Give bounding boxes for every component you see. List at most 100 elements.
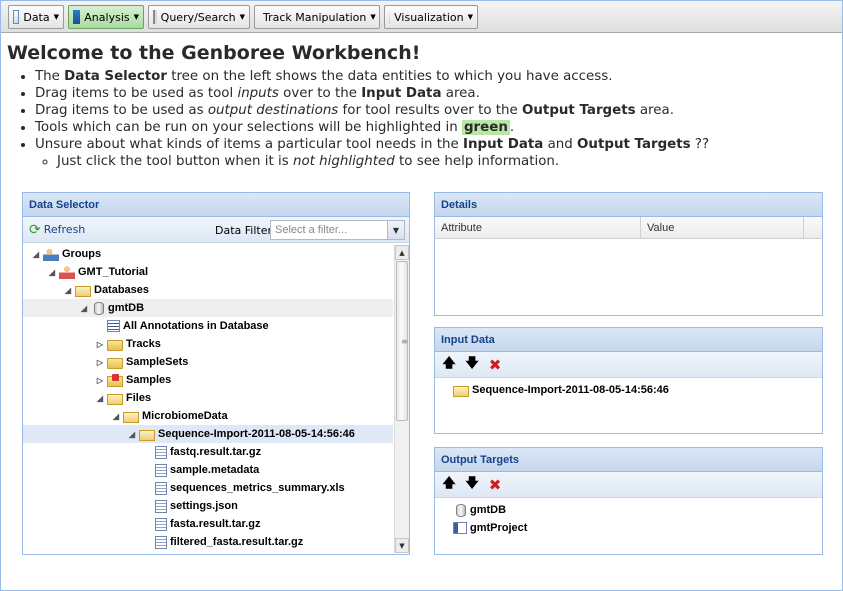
details-title: Details xyxy=(435,193,822,217)
collapse-icon[interactable]: ◢ xyxy=(127,430,137,439)
tree-node-label: fasta.result.tar.gz xyxy=(170,518,261,530)
tree-node[interactable]: fasta.result.tar.gz xyxy=(23,515,393,533)
tree-node[interactable]: ◢ Sequence-Import-2011-08-05-14:56:46 xyxy=(23,425,393,443)
folder-open-icon xyxy=(453,385,469,397)
tree-node[interactable]: ◢ MicrobiomeData xyxy=(23,407,393,425)
tree-node[interactable]: sample.metadata xyxy=(23,461,393,479)
tree-node[interactable]: settings.json xyxy=(23,497,393,515)
list-item-label: gmtDB xyxy=(470,504,507,516)
folder-icon xyxy=(107,357,123,369)
database-icon xyxy=(456,503,466,517)
remove-icon[interactable]: ✖ xyxy=(487,356,503,374)
list-item[interactable]: gmtDB xyxy=(451,501,822,519)
input-data-toolbar: 🡅 🡇 ✖ xyxy=(435,352,822,378)
tree-node-label: sample.metadata xyxy=(170,464,260,476)
instruction-subitem: Just click the tool button when it is no… xyxy=(57,153,837,170)
chevron-down-icon: ▼ xyxy=(239,13,245,21)
details-grid-header: Attribute Value xyxy=(435,217,822,239)
query-search-menu-label: Query/Search xyxy=(160,10,236,24)
tree-node[interactable]: sequences_metrics_summary.xls xyxy=(23,479,393,497)
tree-node[interactable]: ◢ GMT_Tutorial xyxy=(23,263,393,281)
data-menu-button[interactable]: Data ▼ xyxy=(8,5,64,29)
remove-icon[interactable]: ✖ xyxy=(487,476,503,494)
tree-node-label: gmtDB xyxy=(108,302,145,314)
move-down-icon[interactable]: 🡇 xyxy=(464,476,480,493)
move-up-icon[interactable]: 🡅 xyxy=(441,476,457,493)
folder-icon xyxy=(107,339,123,351)
tree-node[interactable]: filtered_fasta.result.tar.gz xyxy=(23,533,393,551)
tree-node[interactable]: ◢ Files xyxy=(23,389,393,407)
collapse-icon[interactable]: ◢ xyxy=(63,286,73,295)
annotation-list-icon xyxy=(107,320,120,332)
data-filter-input[interactable] xyxy=(271,221,386,239)
tree-node-label: SampleSets xyxy=(126,356,189,368)
collapse-icon[interactable]: ◢ xyxy=(111,412,121,421)
project-icon xyxy=(453,522,467,534)
analysis-icon xyxy=(73,10,81,24)
collapse-icon[interactable]: ◢ xyxy=(79,304,89,313)
chevron-down-icon: ▼ xyxy=(370,13,376,21)
scroll-down-icon[interactable]: ▼ xyxy=(395,538,409,553)
file-icon xyxy=(155,535,167,549)
tree-node[interactable]: ◢ gmtDB xyxy=(23,299,393,317)
tree-node[interactable]: fastq.result.tar.gz xyxy=(23,443,393,461)
track-manipulation-menu-button[interactable]: Track Manipulation ▼ xyxy=(254,5,380,29)
instruction-item: Drag items to be used as output destinat… xyxy=(35,102,837,119)
collapse-icon[interactable]: ◢ xyxy=(31,250,41,259)
folder-open-icon xyxy=(139,429,155,441)
green-highlight: green xyxy=(461,120,510,135)
data-filter-combobox[interactable]: ▼ xyxy=(270,220,405,240)
value-column-header[interactable]: Value xyxy=(641,217,804,238)
query-search-menu-button[interactable]: Query/Search ▼ xyxy=(148,5,250,29)
tree-node[interactable]: All Annotations in Database xyxy=(23,317,393,335)
move-down-icon[interactable]: 🡇 xyxy=(464,356,480,373)
tree-node[interactable]: ▷ Tracks xyxy=(23,335,393,353)
expand-icon[interactable]: ▷ xyxy=(95,340,105,349)
tree-node[interactable]: ▷ SampleSets xyxy=(23,353,393,371)
chevron-down-icon: ▼ xyxy=(53,13,59,21)
file-icon xyxy=(155,463,167,477)
scroll-up-icon[interactable]: ▲ xyxy=(395,245,409,260)
chevron-down-icon: ▼ xyxy=(467,13,473,21)
analysis-menu-label: Analysis xyxy=(84,10,130,24)
tree-node-label: sequences_metrics_summary.xls xyxy=(170,482,345,494)
scrollbar-thumb[interactable]: ≡ xyxy=(396,261,408,421)
tree-node-label: Sequence-Import-2011-08-05-14:56:46 xyxy=(158,428,355,440)
instruction-item: Unsure about what kinds of items a parti… xyxy=(35,136,837,170)
list-item[interactable]: gmtProject xyxy=(451,519,822,537)
tree-node-label: Samples xyxy=(126,374,172,386)
analysis-menu-button[interactable]: Analysis ▼ xyxy=(68,5,144,29)
data-icon xyxy=(13,10,20,24)
visualization-icon xyxy=(389,10,391,24)
page-title: Welcome to the Genboree Workbench! xyxy=(7,42,421,64)
folder-open-icon xyxy=(107,393,123,405)
expand-icon[interactable]: ▷ xyxy=(95,376,105,385)
output-targets-list: gmtDB gmtProject xyxy=(435,498,822,537)
tree-node-label: Databases xyxy=(94,284,150,296)
tree-node[interactable]: ▷ Samples xyxy=(23,371,393,389)
chevron-down-icon[interactable]: ▼ xyxy=(387,221,404,239)
list-item-label: gmtProject xyxy=(470,522,528,534)
tree-node[interactable]: ◢ Groups xyxy=(23,245,393,263)
list-item[interactable]: Sequence-Import-2011-08-05-14:56:46 xyxy=(451,381,822,399)
refresh-button[interactable]: ⟳ Refresh xyxy=(29,222,85,238)
tree-node[interactable]: ◢ Databases xyxy=(23,281,393,299)
tree-node-label: Files xyxy=(126,392,152,404)
input-data-list: Sequence-Import-2011-08-05-14:56:46 xyxy=(435,378,822,399)
output-targets-panel: Output Targets 🡅 🡇 ✖ gmtDB gmtProject xyxy=(434,447,823,555)
data-selector-panel: Data Selector ⟳ Refresh Data Filter: ▼ ◢… xyxy=(22,192,410,555)
tree-node-label: All Annotations in Database xyxy=(123,320,269,332)
attribute-column-header[interactable]: Attribute xyxy=(435,217,641,238)
tree-scrollbar[interactable]: ▲ ≡ ▼ xyxy=(394,245,409,553)
collapse-icon[interactable]: ◢ xyxy=(95,394,105,403)
collapse-icon[interactable]: ◢ xyxy=(47,268,57,277)
main-toolbar: Data ▼ Analysis ▼ Query/Search ▼ Track M… xyxy=(1,1,842,33)
chevron-down-icon: ▼ xyxy=(133,13,139,21)
expand-icon[interactable]: ▷ xyxy=(95,358,105,367)
samples-icon xyxy=(107,373,123,387)
tree-node-label: fastq.result.tar.gz xyxy=(170,446,262,458)
move-up-icon[interactable]: 🡅 xyxy=(441,356,457,373)
visualization-menu-button[interactable]: Visualization ▼ xyxy=(384,5,478,29)
visualization-menu-label: Visualization xyxy=(394,10,464,24)
instruction-item: Drag items to be used as tool inputs ove… xyxy=(35,85,837,102)
